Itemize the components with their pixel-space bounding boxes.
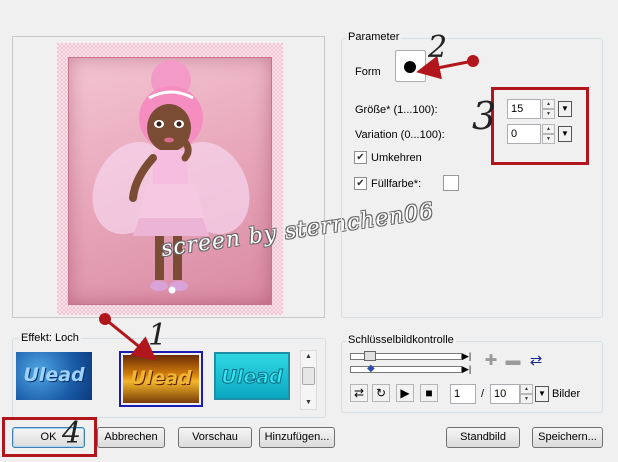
frames-label: Bilder	[552, 388, 581, 400]
scroll-up-icon[interactable]: ▲	[301, 351, 316, 363]
scrollbar-thumb[interactable]	[302, 367, 315, 385]
checkmark-icon: ✔	[356, 178, 365, 189]
form-shape-button[interactable]	[395, 50, 426, 82]
preview-button[interactable]: Vorschau	[178, 427, 252, 448]
refresh-icon: ↻	[375, 386, 387, 400]
annotation-box-3	[491, 87, 589, 165]
cancel-button[interactable]: Abbrechen	[97, 427, 165, 448]
effect-thumbnail-3[interactable]: Ulead	[214, 352, 290, 400]
add-keyframe-icon[interactable]: ✚	[482, 352, 500, 370]
frame-total-spinner[interactable]: ▲ ▼	[520, 384, 533, 404]
spin-down-icon[interactable]: ▼	[520, 394, 533, 404]
effect-group-label: Effekt: Loch	[19, 332, 81, 344]
invert-label: Umkehren	[371, 152, 422, 164]
fill-color-checkbox[interactable]: ✔	[354, 177, 367, 190]
spin-up-icon[interactable]: ▲	[520, 384, 533, 394]
next-key-icon[interactable]: ▶|	[462, 364, 471, 375]
rewind-button[interactable]: ↻	[372, 384, 390, 402]
fairy-doll-image	[92, 60, 250, 294]
stop-button[interactable]: ■	[420, 384, 438, 402]
scroll-down-icon[interactable]: ▼	[301, 397, 316, 409]
play-icon: ▶	[400, 386, 410, 400]
frame-separator: /	[481, 388, 485, 400]
fill-color-label: Füllfarbe*:	[371, 178, 422, 190]
reverse-keyframes-icon[interactable]: ⇄	[527, 352, 545, 370]
skip-forward-icon[interactable]: ▶|	[462, 351, 471, 362]
effects-scrollbar[interactable]: ▲ ▼	[300, 350, 317, 410]
parameter-group-label: Parameter	[346, 31, 402, 43]
effect-thumbnail-label: Ulead	[221, 366, 283, 389]
frame-current-input[interactable]: 1	[450, 384, 476, 404]
effect-thumbnail-label: Ulead	[23, 364, 85, 386]
loop-button[interactable]: ⇄	[350, 384, 368, 402]
keyframe-marker-icon[interactable]: ◆	[367, 363, 375, 374]
frame-total-dropdown-button[interactable]: ▼	[535, 386, 549, 402]
keyframe-group-label: Schlüsselbildkontrolle	[346, 334, 456, 346]
play-button[interactable]: ▶	[396, 384, 414, 402]
effect-thumbnail-1[interactable]: Ulead	[16, 352, 92, 400]
size-label: Größe* (1...100):	[355, 104, 438, 116]
variation-label: Variation (0...100):	[355, 129, 445, 141]
effect-thumbnail-label: Ulead	[130, 367, 192, 389]
loop-icon: ⇄	[353, 386, 365, 400]
add-button[interactable]: Hinzufügen...	[259, 427, 335, 448]
invert-checkbox[interactable]: ✔	[354, 151, 367, 164]
keyframe-slider-handle[interactable]	[364, 351, 376, 361]
annotation-number-1: 1	[148, 318, 168, 353]
preview-image	[68, 57, 272, 305]
annotation-number-2: 2	[428, 30, 448, 65]
effect-thumbnail-2[interactable]: Ulead	[123, 355, 199, 403]
circle-shape-icon	[404, 61, 416, 73]
default-button[interactable]: Standbild	[446, 427, 520, 448]
stop-icon: ■	[425, 386, 433, 400]
frame-total-input[interactable]: 10	[490, 384, 520, 404]
save-button[interactable]: Speichern...	[532, 427, 603, 448]
annotation-number-4: 4	[62, 416, 82, 451]
form-label: Form	[355, 66, 381, 78]
checkmark-icon: ✔	[356, 152, 365, 163]
fill-color-swatch[interactable]	[443, 175, 459, 191]
remove-keyframe-icon[interactable]: ▬	[504, 352, 522, 370]
chevron-down-icon: ▼	[538, 389, 546, 398]
annotation-box-4	[2, 417, 97, 457]
annotation-number-3: 3	[472, 94, 497, 138]
